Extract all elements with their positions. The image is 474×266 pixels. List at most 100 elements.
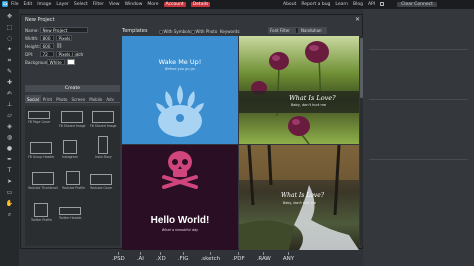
brush-tool-icon[interactable]: ✍ xyxy=(5,89,14,98)
menu-filter[interactable]: Filter xyxy=(93,2,104,7)
shape-tool-icon[interactable]: ▭ xyxy=(5,188,14,197)
dodge-tool-icon[interactable]: ● xyxy=(5,144,14,153)
template-card-wake-me-up[interactable]: Wake Me Up! Before you go go xyxy=(122,36,238,144)
template-subtitle: What a beautiful day xyxy=(161,228,199,232)
hand-tool-icon[interactable]: ✋ xyxy=(5,199,14,208)
create-button[interactable]: Create xyxy=(25,85,120,92)
width-field[interactable]: 800 xyxy=(40,35,54,41)
preset-fb-shared-image[interactable]: FB Shared Image xyxy=(59,111,85,128)
format-label: ANY xyxy=(282,256,295,262)
wand-tool-icon[interactable]: ✦ xyxy=(5,45,14,54)
template-card-hello-world[interactable]: Hello World! What a beautiful day xyxy=(122,145,238,250)
dialog-title: New Project xyxy=(25,17,55,23)
fullscreen-icon[interactable] xyxy=(380,2,385,6)
dpi-unit-select[interactable]: Pixels / inch xyxy=(56,51,83,57)
background-select[interactable]: White xyxy=(47,59,65,65)
pen-tool-icon[interactable]: ✒ xyxy=(5,155,14,164)
menu-about[interactable]: About xyxy=(283,2,296,7)
tool-bar: ✥ ⬚ ◌ ✦ ⌗ ✎ ✚ ✍ ⊥ ▱ ◈ ◍ ● ✒ T ➤ ▭ ✋ ⌕ xyxy=(0,9,19,266)
scrollbar-thumb[interactable] xyxy=(360,38,363,98)
preset-fb-shared-image[interactable]: FB Shared Image xyxy=(90,111,116,128)
preset-twitter-profile[interactable]: Twitter Profile xyxy=(31,203,52,222)
menu-file[interactable]: File xyxy=(11,2,19,7)
preset-label: Twitter Header xyxy=(59,216,82,220)
preset-fb-page-cover[interactable]: FB Page Cover xyxy=(28,111,50,124)
menu-window[interactable]: Window xyxy=(125,2,143,7)
tab-mobile[interactable]: Mobile xyxy=(87,95,104,102)
zoom-tool-icon[interactable]: ⌕ xyxy=(5,210,14,219)
panel-divider xyxy=(369,159,468,160)
preset-thumb xyxy=(31,172,54,185)
eraser-tool-icon[interactable]: ▱ xyxy=(5,111,14,120)
with-photo-option[interactable]: With Photo xyxy=(191,29,217,34)
eyedropper-tool-icon[interactable]: ✎ xyxy=(5,67,14,76)
text-tool-icon[interactable]: T xyxy=(5,166,14,175)
preset-label: Instagram xyxy=(62,155,78,159)
supported-formats: .PSD .AI .XD .FIG .sketch .PDF .RAW ANY xyxy=(112,252,294,262)
preset-youtube-cover[interactable]: Youtube Cover xyxy=(90,174,112,190)
format-psd: .PSD xyxy=(112,252,125,262)
width-label: Width: xyxy=(25,35,39,41)
preset-insta-story[interactable]: Insta Story xyxy=(95,136,112,159)
blur-tool-icon[interactable]: ◍ xyxy=(5,133,14,142)
menu-view[interactable]: View xyxy=(109,2,120,7)
preset-label: FB Group Header xyxy=(28,155,55,159)
tab-photo[interactable]: Photo xyxy=(54,95,69,102)
lasso-tool-icon[interactable]: ◌ xyxy=(5,34,14,43)
tab-print[interactable]: Print xyxy=(41,95,54,102)
name-field[interactable]: New Project xyxy=(40,27,88,33)
menu-report-bug[interactable]: Report a bug xyxy=(301,2,330,7)
menu-account[interactable]: Account xyxy=(163,1,186,7)
format-ai: .AI xyxy=(137,252,144,262)
font-filter-select[interactable]: Font Filter xyxy=(268,27,296,34)
flower-photo xyxy=(239,41,359,144)
skull-icon xyxy=(162,151,198,189)
stamp-tool-icon[interactable]: ⊥ xyxy=(5,100,14,109)
template-card-what-is-love[interactable]: What Is Love? Baby, don't hurt me xyxy=(239,36,359,144)
preset-youtube-thumbnail[interactable]: Youtube Thumbnail xyxy=(28,172,58,190)
menu-select[interactable]: Select xyxy=(74,2,88,7)
name-row: Name: New Project xyxy=(25,27,88,33)
dpi-field[interactable]: 72 xyxy=(40,51,54,57)
templates-scrollbar[interactable] xyxy=(360,36,363,246)
crop-tool-icon[interactable]: ⌗ xyxy=(5,56,14,65)
close-icon[interactable]: ✕ xyxy=(355,16,360,23)
menu-image[interactable]: Image xyxy=(37,2,51,7)
link-icon[interactable]: ⛓ xyxy=(56,43,62,49)
heal-tool-icon[interactable]: ✚ xyxy=(5,78,14,87)
app-logo-icon[interactable] xyxy=(2,1,8,7)
menu-edit[interactable]: Edit xyxy=(24,2,33,7)
menu-details[interactable]: Details xyxy=(190,1,211,7)
with-photo-checkbox[interactable] xyxy=(191,30,195,34)
menu-more[interactable]: More xyxy=(147,2,158,7)
tab-screen[interactable]: Screen xyxy=(69,95,87,102)
with-symbols-checkbox[interactable] xyxy=(159,30,163,34)
bucket-tool-icon[interactable]: ◈ xyxy=(5,122,14,131)
menu-layer[interactable]: Layer xyxy=(56,2,69,7)
move-tool-icon[interactable]: ✥ xyxy=(5,12,14,21)
path-select-tool-icon[interactable]: ➤ xyxy=(5,177,14,186)
preset-twitter-header[interactable]: Twitter Header xyxy=(59,207,82,220)
width-unit-select[interactable]: Pixels xyxy=(56,35,72,41)
format-label: .AI xyxy=(136,256,144,262)
preset-fb-group-header[interactable]: FB Group Header xyxy=(28,142,55,159)
preset-instagram[interactable]: Instagram xyxy=(62,140,78,159)
preset-list: FB Page Cover FB Shared Image FB Shared … xyxy=(25,106,120,246)
panel-divider xyxy=(369,49,468,50)
format-label: .PDF xyxy=(232,256,245,262)
template-card-what-is-love-forest[interactable]: What Is Love? Baby, don't hurt me xyxy=(239,145,359,250)
format-label: .FIG xyxy=(177,256,189,262)
preset-label: FB Page Cover xyxy=(28,120,51,124)
connect-button[interactable]: Clear Connect xyxy=(397,1,437,7)
font-select[interactable]: Nanduhan xyxy=(299,27,327,34)
preset-youtube-profile[interactable]: Youtube Profile xyxy=(62,171,85,190)
tab-adv[interactable]: Adv xyxy=(104,95,116,102)
menu-api[interactable]: API xyxy=(368,2,375,7)
tab-social[interactable]: Social xyxy=(25,95,41,102)
menu-learn[interactable]: Learn xyxy=(335,2,348,7)
background-color-swatch[interactable] xyxy=(67,59,75,65)
with-symbols-option[interactable]: With Symbols xyxy=(159,29,191,34)
marquee-tool-icon[interactable]: ⬚ xyxy=(5,23,14,32)
menu-blog[interactable]: Blog xyxy=(353,2,363,7)
height-field[interactable]: 600 xyxy=(40,43,54,49)
